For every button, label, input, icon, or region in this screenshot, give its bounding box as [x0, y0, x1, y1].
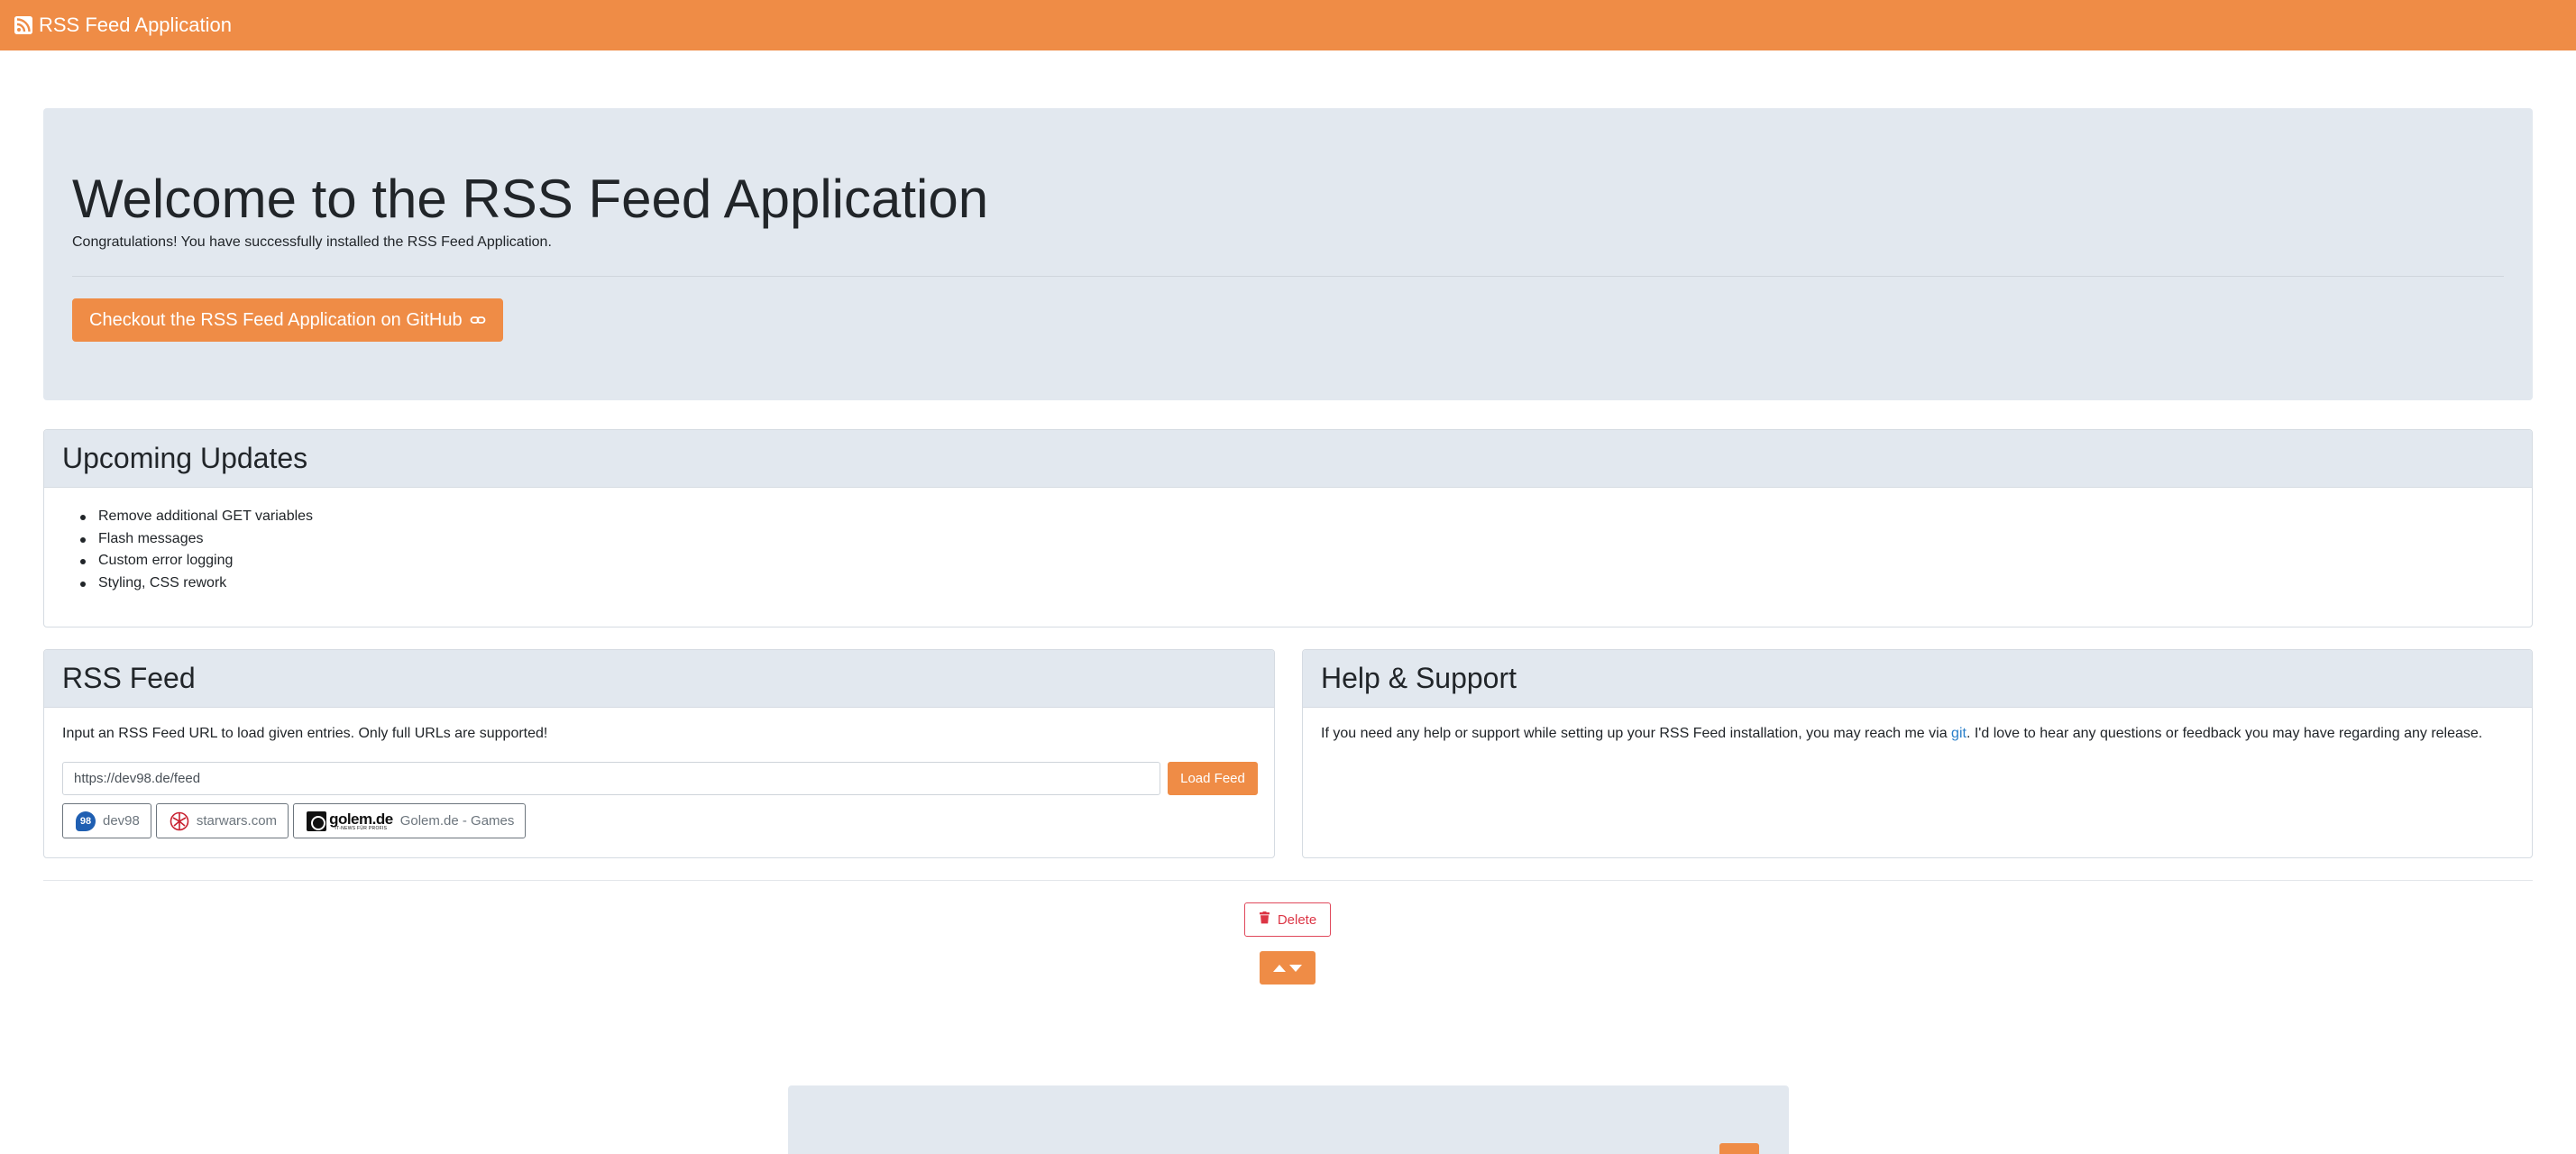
updates-card-header: Upcoming Updates: [44, 430, 2532, 488]
rss-title: RSS Feed: [62, 662, 196, 694]
list-item: Custom error logging: [80, 550, 313, 572]
feed-preset-golem[interactable]: golem.de IT-NEWS FÜR PROFIS Golem.de - G…: [293, 803, 527, 838]
navbar: RSS Feed Application: [0, 0, 2576, 50]
updates-title: Upcoming Updates: [62, 442, 308, 474]
sort-up-icon: [1273, 964, 1286, 972]
rss-icon: [14, 16, 32, 34]
starwars-logo-icon: [170, 811, 189, 831]
updates-card: Upcoming Updates Remove additional GET v…: [43, 429, 2533, 627]
panel-action-button[interactable]: [1719, 1143, 1759, 1154]
git-link[interactable]: git: [1951, 726, 1966, 741]
feed-preset-label: Golem.de - Games: [399, 813, 515, 829]
updates-list: Remove additional GET variables Flash me…: [80, 506, 313, 594]
load-feed-button[interactable]: Load Feed: [1168, 762, 1258, 795]
feed-presets: 98 dev98 starwars.com golem.de IT-NEWS F…: [62, 803, 527, 838]
golem-wordmark: golem.de IT-NEWS FÜR PROFIS: [329, 811, 393, 831]
help-title: Help & Support: [1321, 662, 1517, 694]
welcome-lead: Congratulations! You have successfully i…: [72, 234, 552, 250]
delete-button[interactable]: Delete: [1244, 902, 1331, 937]
feed-url-input[interactable]: [62, 762, 1160, 795]
list-item: Remove additional GET variables: [80, 506, 313, 528]
list-item: Flash messages: [80, 528, 313, 551]
rss-card-header: RSS Feed: [44, 650, 1274, 708]
feed-preset-dev98[interactable]: 98 dev98: [62, 803, 151, 838]
feed-preset-starwars[interactable]: starwars.com: [155, 803, 289, 838]
welcome-title: Welcome to the RSS Feed Application: [72, 169, 989, 229]
help-support-card: Help & Support If you need any help or s…: [1302, 649, 2533, 858]
app-title[interactable]: RSS Feed Application: [39, 14, 232, 37]
feed-preset-label: dev98: [103, 813, 140, 829]
list-item: Styling, CSS rework: [80, 572, 313, 595]
github-button[interactable]: Checkout the RSS Feed Application on Git…: [72, 298, 503, 342]
help-card-header: Help & Support: [1303, 650, 2532, 708]
welcome-jumbotron: Welcome to the RSS Feed Application Cong…: [43, 108, 2533, 400]
help-text: If you need any help or support while se…: [1321, 726, 2482, 742]
dev98-logo-icon: 98: [76, 811, 96, 831]
delete-label: Delete: [1277, 911, 1317, 928]
rss-description: Input an RSS Feed URL to load given entr…: [62, 726, 548, 741]
github-button-label: Checkout the RSS Feed Application on Git…: [89, 309, 463, 330]
golem-mark-icon: [307, 811, 327, 831]
sort-down-icon: [1289, 964, 1302, 972]
rss-feed-card: RSS Feed Input an RSS Feed URL to load g…: [43, 649, 1275, 858]
link-icon: [470, 312, 486, 328]
help-text-before: If you need any help or support while se…: [1321, 726, 1952, 741]
help-text-after: . I'd love to hear any questions or feed…: [1966, 726, 2483, 741]
trash-icon: [1259, 911, 1270, 928]
golem-logo-icon: golem.de IT-NEWS FÜR PROFIS: [307, 811, 393, 831]
feed-preset-label: starwars.com: [196, 813, 278, 829]
jumbotron-divider: [72, 276, 2504, 277]
feed-entries-panel: [788, 1085, 1789, 1154]
section-divider: [43, 880, 2533, 881]
golem-logo-tagline: IT-NEWS FÜR PROFIS: [335, 825, 388, 831]
golem-logo-text: golem.de: [329, 810, 393, 828]
sort-button[interactable]: [1260, 951, 1316, 985]
